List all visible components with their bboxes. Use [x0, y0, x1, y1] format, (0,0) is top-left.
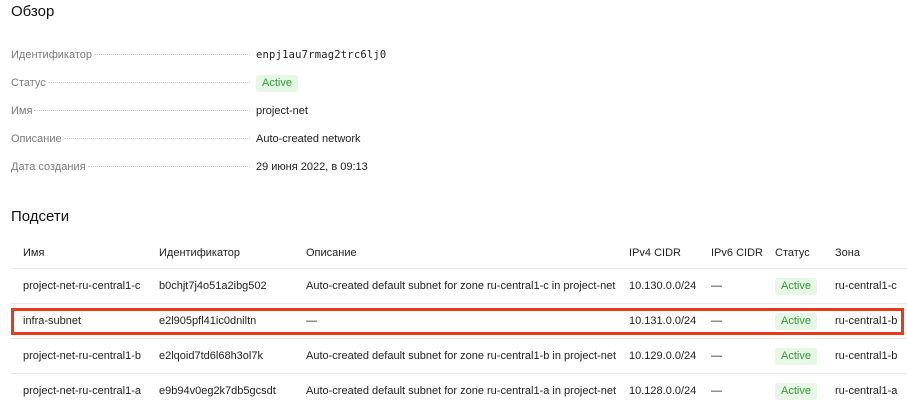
network-id-value[interactable]: enpj1au7rmag2trc6lj0	[256, 49, 386, 61]
subnet-description: —	[306, 315, 317, 327]
subnet-name[interactable]: project-net-ru-central1-a	[23, 374, 141, 407]
column-header-name[interactable]: Имя	[23, 238, 44, 268]
table-row[interactable]: project-net-ru-central1-a e9b94v0eg2k7db…	[11, 374, 907, 407]
network-description-value: Auto-created network	[256, 133, 361, 145]
status-badge: Active	[256, 74, 298, 92]
property-label: Описание	[11, 133, 62, 145]
table-row[interactable]: project-net-ru-central1-b e2lqoid7td6l68…	[11, 339, 907, 374]
subnet-id: e9b94v0eg2k7db5gcsdt	[159, 385, 276, 397]
status-badge: Active	[775, 312, 817, 330]
subnet-ipv4: 10.131.0.0/24	[629, 315, 697, 327]
subnet-ipv6: —	[711, 315, 722, 327]
table-row[interactable]: project-net-ru-central1-c b0chjt7j4o51a2…	[11, 269, 907, 304]
subnet-id: e2lqoid7td6l68h3ol7k	[159, 350, 263, 362]
subnet-description: Auto-created default subnet for zone ru-…	[306, 385, 617, 397]
subnet-description: Auto-created default subnet for zone ru-…	[306, 350, 617, 362]
property-label: Статус	[11, 77, 46, 89]
subnet-name[interactable]: project-net-ru-central1-b	[23, 339, 141, 373]
subnet-name[interactable]: project-net-ru-central1-c	[23, 269, 140, 303]
subnet-zone: ru-central1-c	[835, 280, 897, 292]
subnets-table: Имя Идентификатор Описание IPv4 CIDR IPv…	[11, 238, 907, 407]
subnet-zone: ru-central1-b	[835, 350, 898, 362]
property-label: Имя	[11, 105, 33, 117]
table-row[interactable]: infra-subnet e2l905pfl41ic0dniltn — 10.1…	[11, 304, 907, 339]
column-header-description[interactable]: Описание	[306, 238, 357, 268]
property-label: Дата создания	[11, 161, 86, 173]
subnet-ipv4: 10.130.0.0/24	[629, 280, 697, 292]
subnet-ipv6: —	[711, 350, 722, 362]
subnet-id: e2l905pfl41ic0dniltn	[159, 315, 257, 327]
overview-title: Обзор	[11, 3, 55, 20]
column-header-id[interactable]: Идентификатор	[159, 238, 240, 268]
subnets-title: Подсети	[11, 208, 70, 225]
network-name-value: project-net	[256, 105, 308, 117]
subnet-zone: ru-central1-b	[835, 315, 898, 327]
property-created: Дата создания 29 июня 2022, в 09:13	[11, 158, 611, 176]
status-badge: Active	[775, 347, 817, 365]
status-badge: Active	[775, 382, 817, 400]
created-date-value: 29 июня 2022, в 09:13	[256, 161, 368, 173]
subnet-description: Auto-created default subnet for zone ru-…	[306, 280, 616, 292]
property-status: Статус Active	[11, 74, 611, 92]
subnet-name[interactable]: infra-subnet	[23, 304, 81, 338]
subnet-ipv6: —	[711, 280, 722, 292]
column-header-status[interactable]: Статус	[775, 238, 810, 268]
column-header-ipv6[interactable]: IPv6 CIDR	[711, 238, 763, 268]
property-description: Описание Auto-created network	[11, 130, 611, 148]
property-name: Имя project-net	[11, 102, 611, 120]
subnet-ipv4: 10.128.0.0/24	[629, 385, 697, 397]
subnet-ipv4: 10.129.0.0/24	[629, 350, 697, 362]
subnet-zone: ru-central1-a	[835, 385, 898, 397]
subnet-ipv6: —	[711, 385, 722, 397]
status-badge: Active	[775, 277, 817, 295]
property-label: Идентификатор	[11, 49, 92, 61]
subnet-id: b0chjt7j4o51a2ibg502	[159, 280, 267, 292]
column-header-ipv4[interactable]: IPv4 CIDR	[629, 238, 681, 268]
table-header: Имя Идентификатор Описание IPv4 CIDR IPv…	[11, 238, 907, 269]
property-id: Идентификатор enpj1au7rmag2trc6lj0	[11, 46, 611, 64]
column-header-zone[interactable]: Зона	[835, 238, 860, 268]
